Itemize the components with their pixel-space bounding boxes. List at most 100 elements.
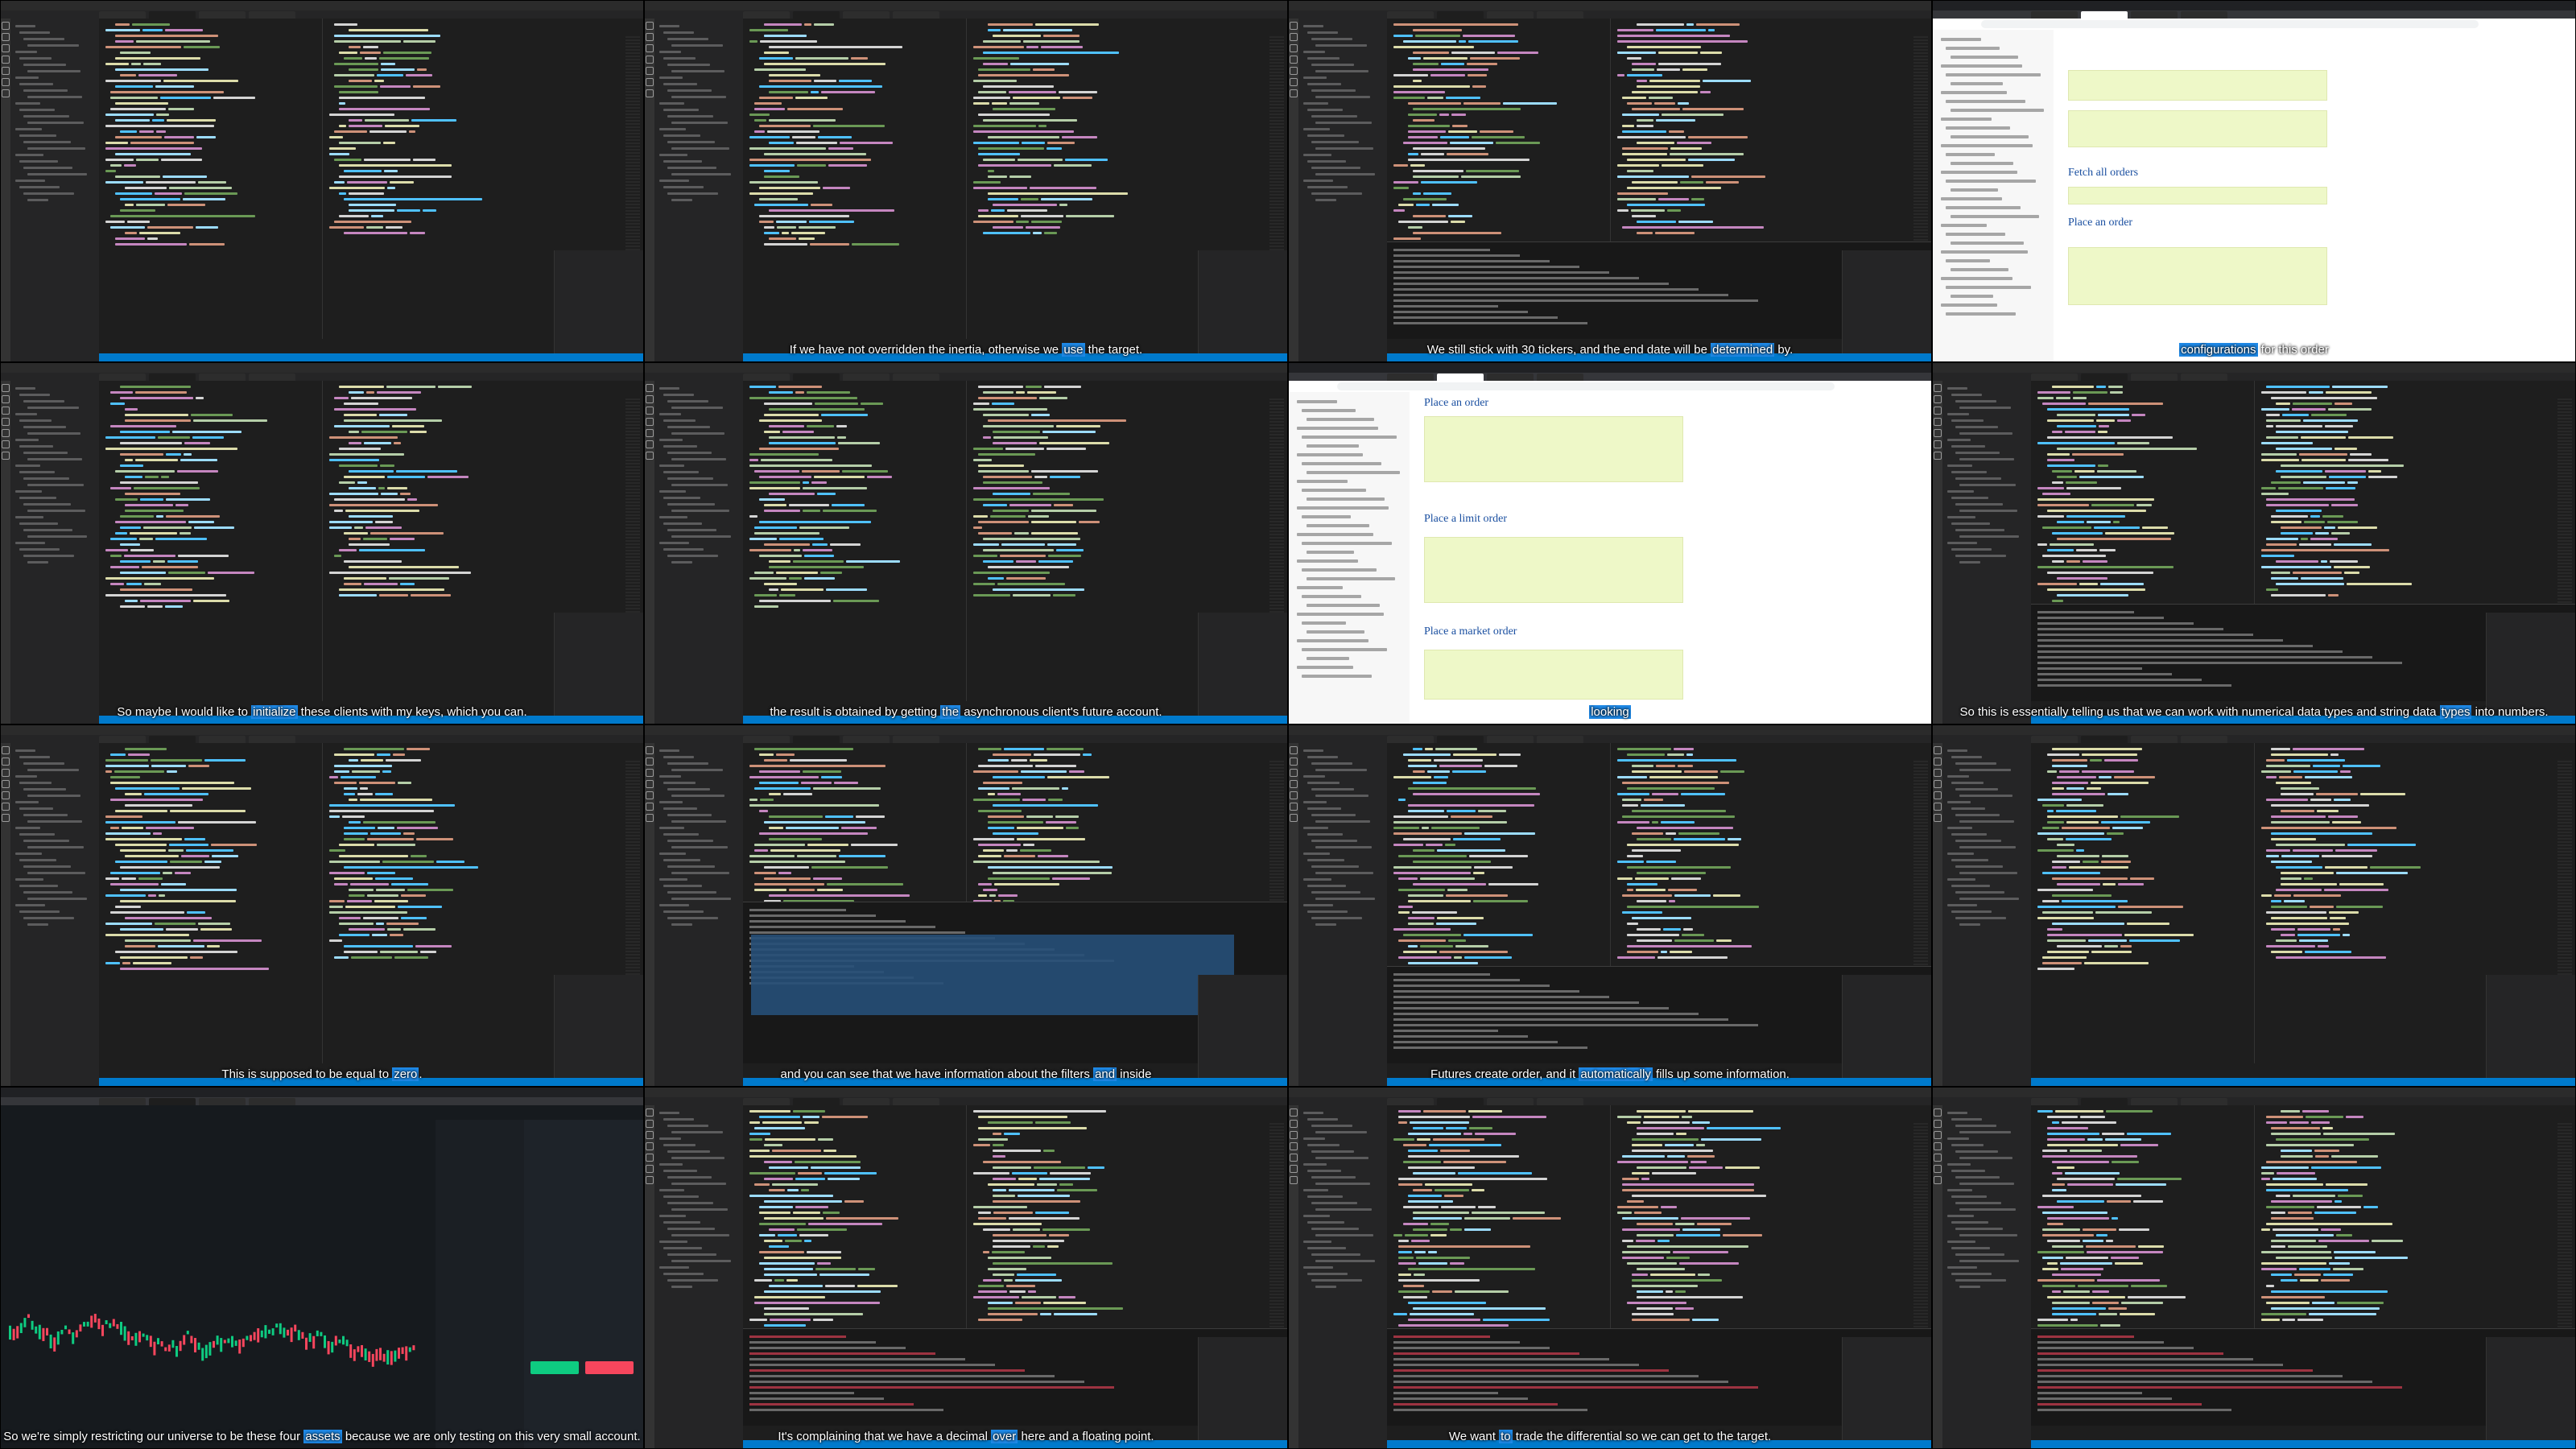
file-tree-item[interactable] <box>1311 814 1356 816</box>
docs-nav-link[interactable] <box>1302 595 1361 598</box>
file-explorer[interactable] <box>1942 1105 2031 1448</box>
file-tree-item[interactable] <box>667 115 713 118</box>
docs-nav-link[interactable] <box>1941 197 2002 200</box>
file-tree-item[interactable] <box>19 134 56 137</box>
file-tree-item[interactable] <box>663 471 699 473</box>
file-tree-item[interactable] <box>23 762 64 765</box>
run-debug-icon[interactable] <box>1934 780 1942 788</box>
settings-icon[interactable] <box>646 814 654 822</box>
file-tree-item[interactable] <box>1307 859 1344 861</box>
editor-tab[interactable] <box>1437 736 1484 743</box>
file-tree-item[interactable] <box>659 76 683 79</box>
file-tree-item[interactable] <box>1955 814 2000 816</box>
explorer-icon[interactable] <box>1290 1108 1298 1117</box>
search-icon[interactable] <box>646 33 654 41</box>
docs-nav-link[interactable] <box>1297 480 1348 483</box>
file-tree-item[interactable] <box>1307 83 1341 85</box>
explorer-icon[interactable] <box>2 384 10 392</box>
docs-nav-link[interactable] <box>1307 471 1400 474</box>
explorer-icon[interactable] <box>1934 1108 1942 1117</box>
file-tree-item[interactable] <box>1947 439 1971 441</box>
file-tree-item[interactable] <box>1307 186 1348 188</box>
file-tree-item[interactable] <box>659 387 679 390</box>
file-tree-item[interactable] <box>667 452 712 454</box>
file-tree-item[interactable] <box>15 852 42 855</box>
file-tree-item[interactable] <box>659 1266 689 1269</box>
file-tree-item[interactable] <box>27 147 85 150</box>
file-tree-item[interactable] <box>1307 756 1338 758</box>
editor-tab[interactable] <box>1387 736 1434 743</box>
file-tree-item[interactable] <box>1307 885 1346 887</box>
file-tree-item[interactable] <box>1303 1266 1333 1269</box>
file-tree-item[interactable] <box>15 51 37 53</box>
file-tree-item[interactable] <box>659 852 686 855</box>
editor-tab[interactable] <box>793 11 840 19</box>
docs-nav-link[interactable] <box>1302 675 1372 678</box>
code-editor[interactable] <box>99 381 322 701</box>
file-tree-item[interactable] <box>671 1260 731 1262</box>
file-tree-item[interactable] <box>1315 1208 1372 1211</box>
file-tree-item[interactable] <box>19 186 60 188</box>
file-tree-item[interactable] <box>1311 891 1360 894</box>
file-tree-item[interactable] <box>667 1228 715 1230</box>
file-tree-item[interactable] <box>27 484 84 486</box>
account-icon[interactable] <box>2 78 10 86</box>
file-tree-item[interactable] <box>23 503 71 506</box>
file-tree-item[interactable] <box>1955 503 2003 506</box>
account-icon[interactable] <box>1934 803 1942 811</box>
file-tree-item[interactable] <box>663 782 696 784</box>
file-tree-item[interactable] <box>15 387 35 390</box>
file-tree-item[interactable] <box>671 923 692 926</box>
file-tree-item[interactable] <box>1955 555 2006 557</box>
search-icon[interactable] <box>2 33 10 41</box>
editor-tab[interactable] <box>843 736 890 743</box>
file-tree-item[interactable] <box>1947 413 1969 415</box>
file-tree-item[interactable] <box>671 432 724 435</box>
docs-nav-link[interactable] <box>1307 418 1374 421</box>
settings-icon[interactable] <box>1290 814 1298 822</box>
run-debug-icon[interactable] <box>2 780 10 788</box>
file-tree-item[interactable] <box>671 1131 723 1133</box>
docs-nav-link[interactable] <box>1307 524 1369 527</box>
file-tree-item[interactable] <box>1947 775 1969 778</box>
extensions-icon[interactable] <box>2 791 10 799</box>
file-tree-item[interactable] <box>1307 57 1340 60</box>
file-tree-item[interactable] <box>1947 878 1975 881</box>
file-tree-item[interactable] <box>1315 769 1367 771</box>
address-bar[interactable] <box>1981 20 2479 28</box>
settings-icon[interactable] <box>1290 1176 1298 1184</box>
file-tree-item[interactable] <box>1307 782 1340 784</box>
file-explorer[interactable] <box>1942 381 2031 724</box>
file-tree-item[interactable] <box>1311 1253 1360 1256</box>
file-tree-item[interactable] <box>15 904 45 906</box>
file-tree-item[interactable] <box>663 833 699 836</box>
file-tree-item[interactable] <box>1959 1131 2011 1133</box>
docs-nav-link[interactable] <box>1302 462 1381 465</box>
editor-tab[interactable] <box>1487 1098 1534 1105</box>
file-tree-item[interactable] <box>659 516 687 518</box>
file-tree-item[interactable] <box>1959 407 2011 409</box>
file-tree-item[interactable] <box>19 885 58 887</box>
file-tree-item[interactable] <box>1303 801 1327 803</box>
file-tree-item[interactable] <box>1315 199 1336 201</box>
extensions-icon[interactable] <box>646 1154 654 1162</box>
docs-nav-link[interactable] <box>1302 489 1366 492</box>
file-tree-item[interactable] <box>663 1247 702 1249</box>
file-tree-item[interactable] <box>1947 1215 1974 1217</box>
file-tree-item[interactable] <box>1959 923 1980 926</box>
file-tree-item[interactable] <box>1951 1118 1982 1121</box>
file-tree-item[interactable] <box>1311 865 1359 868</box>
editor-tab[interactable] <box>99 1098 146 1105</box>
run-debug-icon[interactable] <box>2 418 10 426</box>
file-tree-item[interactable] <box>1951 445 1985 448</box>
file-tree-item[interactable] <box>659 154 687 156</box>
docs-nav-link[interactable] <box>1946 259 1990 262</box>
editor-tab[interactable] <box>199 11 246 19</box>
file-tree-item[interactable] <box>659 1215 686 1217</box>
file-tree-item[interactable] <box>1311 840 1357 842</box>
file-tree-item[interactable] <box>1315 820 1370 823</box>
file-tree-item[interactable] <box>1951 910 1992 913</box>
editor-tab[interactable] <box>149 1098 196 1105</box>
extensions-icon[interactable] <box>1934 429 1942 437</box>
docs-nav-link[interactable] <box>1946 47 2000 50</box>
